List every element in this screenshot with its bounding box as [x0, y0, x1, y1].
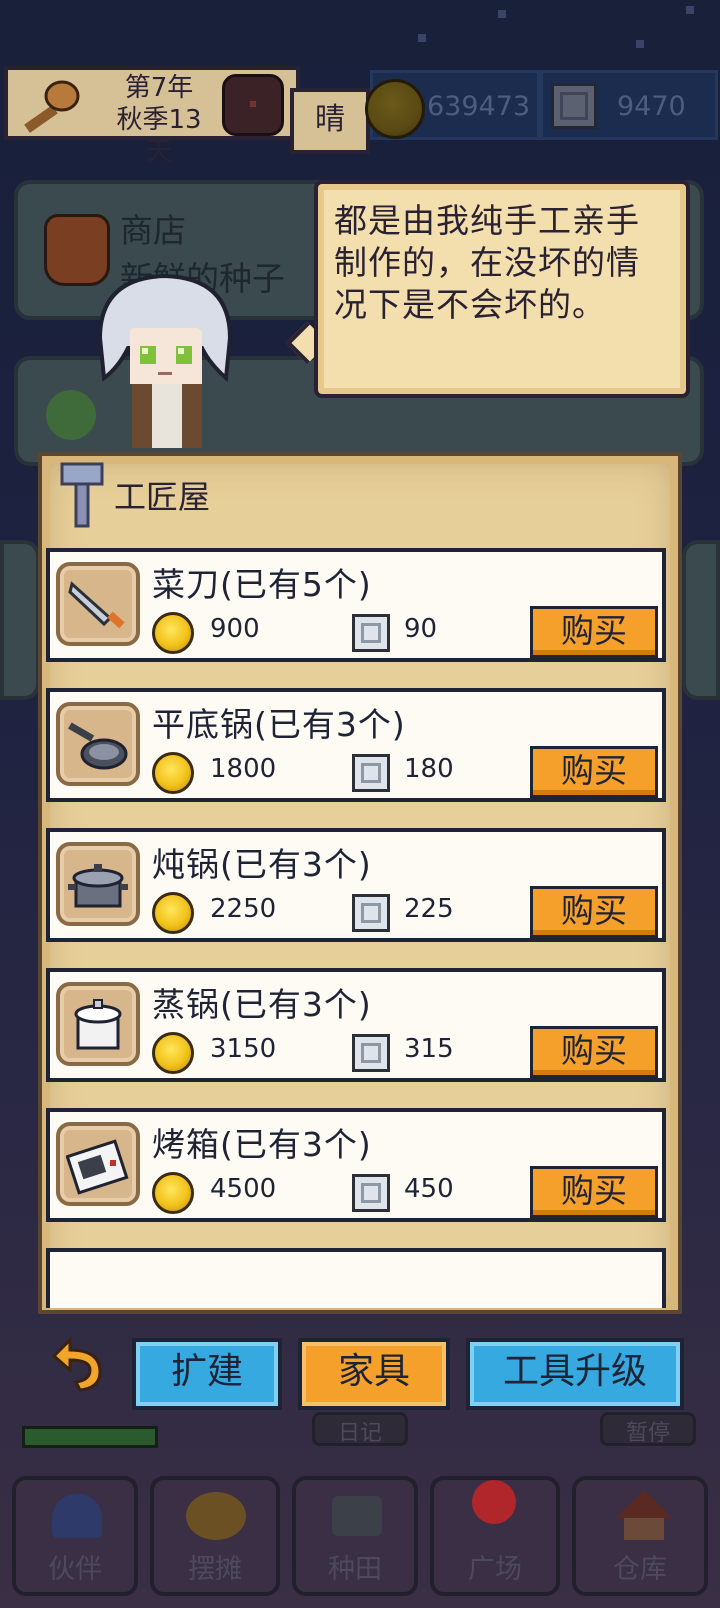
nav-plaza[interactable]: 广场 [430, 1476, 560, 1596]
gold-price: 900 [210, 614, 260, 644]
item-name: 菜刀(已有5个) [152, 565, 372, 604]
nav-partner-label: 伙伴 [48, 1554, 102, 1585]
list-item: 蒸锅(已有3个) 3150 315 购买 [46, 968, 666, 1082]
nav-farm-label: 种田 [328, 1554, 382, 1585]
gold-price: 2250 [210, 894, 277, 924]
silver-ingot-icon [352, 894, 390, 932]
kitchen-knife-icon [56, 562, 140, 646]
watering-can-icon [332, 1496, 382, 1536]
stamina-bar [22, 1426, 158, 1448]
list-item [46, 1248, 666, 1308]
silver-ingot-icon [352, 614, 390, 652]
gold-price: 4500 [210, 1174, 277, 1204]
gold-price: 1800 [210, 754, 277, 784]
side-panel-left [0, 540, 40, 700]
clock-icon [222, 74, 284, 136]
gold-coin-icon [152, 1032, 194, 1074]
item-list[interactable]: 菜刀(已有5个) 900 90 购买 平底锅(已有3个) 1800 180 购买… [46, 548, 666, 1308]
steamer-pot-icon [56, 982, 140, 1066]
pause-button[interactable]: 暂停 [600, 1412, 696, 1446]
hammer-icon [60, 462, 104, 528]
speech-bubble: 都是由我纯手工亲手制作的，在没坏的情况下是不会坏的。 [314, 180, 690, 398]
back-arrow-icon[interactable] [40, 1326, 112, 1398]
nav-stall-label: 摆摊 [188, 1554, 242, 1585]
silver-amount: 9470 [617, 91, 686, 122]
date-panel: 第7年 秋季13天 [4, 66, 300, 167]
gold-coin-icon [365, 79, 425, 139]
gold-coin-icon [152, 752, 194, 794]
coin-counter: 639473 [365, 70, 540, 140]
silver-ingot-icon [352, 1174, 390, 1212]
gold-price: 3150 [210, 1034, 277, 1064]
diary-button[interactable]: 日记 [312, 1412, 408, 1446]
silver-price: 180 [404, 754, 454, 784]
list-item: 炖锅(已有3个) 2250 225 购买 [46, 828, 666, 942]
nav-warehouse[interactable]: 仓库 [572, 1476, 708, 1596]
shop-title: 商店 [120, 211, 186, 250]
furniture-button[interactable]: 家具 [298, 1338, 450, 1410]
workshop-title: 工匠屋 [114, 478, 211, 516]
buy-button[interactable]: 购买 [530, 886, 658, 938]
nav-farm[interactable]: 种田 [292, 1476, 418, 1596]
item-name: 烤箱(已有3个) [152, 1125, 372, 1164]
side-panel-right [682, 540, 720, 700]
list-item: 菜刀(已有5个) 900 90 购买 [46, 548, 666, 662]
silver-price: 315 [404, 1034, 454, 1064]
silver-counter: 9470 [540, 70, 718, 140]
stew-pot-icon [56, 842, 140, 926]
silver-ingot-icon [352, 754, 390, 792]
silver-ingot-icon [551, 83, 597, 129]
nav-plaza-label: 广场 [468, 1554, 522, 1585]
season-day-label: 秋季13天 [116, 105, 202, 167]
clover-icon [46, 390, 96, 440]
house-icon [616, 1490, 672, 1518]
tool-upgrade-button[interactable]: 工具升级 [466, 1338, 684, 1410]
item-name: 炖锅(已有3个) [152, 845, 372, 884]
buy-button[interactable]: 购买 [530, 606, 658, 658]
gold-coin-icon [152, 1172, 194, 1214]
coin-amount: 639473 [427, 91, 531, 122]
craftsman-character [97, 273, 233, 448]
weather-label: 晴 [290, 88, 370, 154]
list-item: 烤箱(已有3个) 4500 450 购买 [46, 1108, 666, 1222]
food-basket-icon [186, 1492, 246, 1540]
item-name: 蒸锅(已有3个) [152, 985, 372, 1024]
silver-price: 450 [404, 1174, 454, 1204]
frying-pan-icon [56, 702, 140, 786]
year-label: 第7年 [124, 73, 194, 103]
silver-price: 225 [404, 894, 454, 924]
workshop-panel: 工匠屋 菜刀(已有5个) 900 90 购买 平底锅(已有3个) 1800 18… [38, 452, 682, 1314]
gold-coin-icon [152, 612, 194, 654]
flower-icon [472, 1480, 516, 1524]
silver-ingot-icon [352, 1034, 390, 1072]
speech-text: 都是由我纯手工亲手制作的，在没坏的情况下是不会坏的。 [334, 201, 640, 324]
buy-button[interactable]: 购买 [530, 1166, 658, 1218]
expand-button[interactable]: 扩建 [132, 1338, 282, 1410]
nav-stall[interactable]: 摆摊 [150, 1476, 280, 1596]
list-item: 平底锅(已有3个) 1800 180 购买 [46, 688, 666, 802]
item-name: 平底锅(已有3个) [152, 705, 406, 744]
buy-button[interactable]: 购买 [530, 746, 658, 798]
torch-icon [24, 80, 80, 133]
people-icon [52, 1494, 102, 1538]
nav-warehouse-label: 仓库 [613, 1554, 667, 1585]
nav-partner[interactable]: 伙伴 [12, 1476, 138, 1596]
buy-button[interactable]: 购买 [530, 1026, 658, 1078]
house-body [624, 1518, 664, 1540]
oven-icon [56, 1122, 140, 1206]
silver-price: 90 [404, 614, 438, 644]
gold-coin-icon [152, 892, 194, 934]
